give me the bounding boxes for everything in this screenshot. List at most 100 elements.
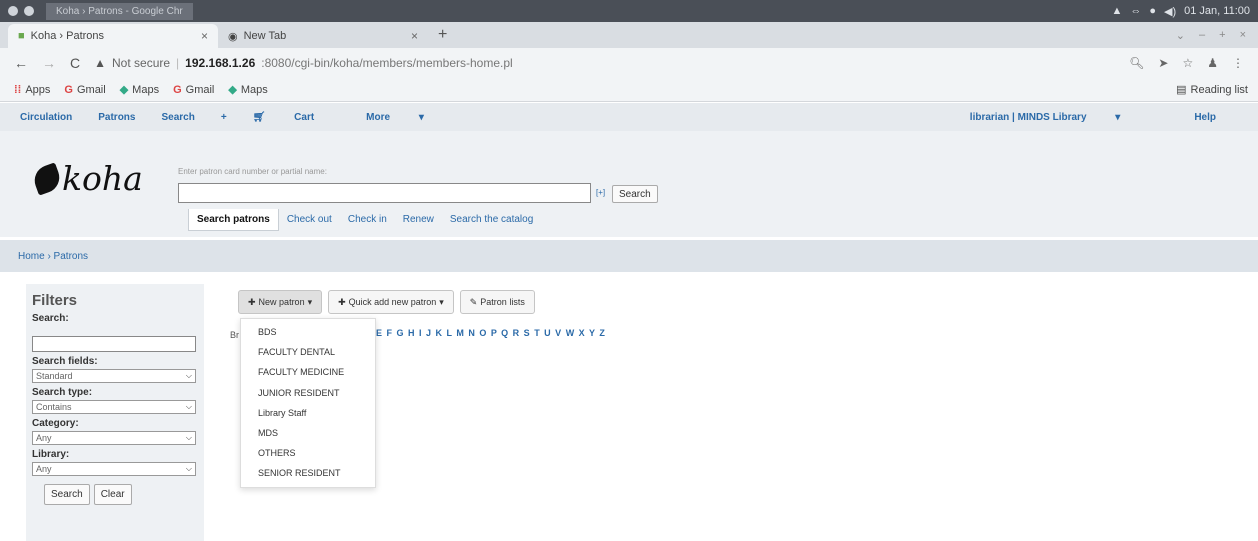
tab-check-in[interactable]: Check in: [340, 209, 395, 231]
filter-clear-button[interactable]: Clear: [93, 484, 132, 505]
koha-leaf-icon: [30, 161, 64, 196]
plus-icon: ✚: [248, 296, 256, 307]
tab-check-out[interactable]: Check out: [279, 209, 340, 231]
menu-item-faculty-medicine[interactable]: FACULTY MEDICINE: [241, 362, 375, 382]
nav-circulation[interactable]: Circulation: [20, 112, 72, 123]
tab-search-patrons[interactable]: Search patrons: [188, 209, 279, 231]
patron-lists-button[interactable]: ✎ Patron lists: [459, 290, 535, 314]
send-icon[interactable]: ➤: [1158, 56, 1168, 70]
button-label: Patron lists: [480, 297, 525, 307]
nav-more[interactable]: More ▾: [366, 112, 450, 123]
menu-item-faculty-dental[interactable]: FACULTY DENTAL: [241, 342, 375, 362]
bookmarks-bar: ⁞⁞ Apps G Gmail ◆ Maps G Gmail ◆ Maps ▤ Readin…: [0, 78, 1258, 102]
bookmark-gmail[interactable]: G Gmail: [64, 84, 105, 96]
tab-renew[interactable]: Renew: [395, 209, 442, 231]
library-select[interactable]: Any ⌵: [32, 462, 196, 476]
bookmark-label: Maps: [132, 83, 160, 96]
search-type-select[interactable]: Contains ⌵: [32, 400, 196, 414]
bookmark-apps[interactable]: ⁞⁞ Apps: [14, 84, 50, 96]
alphabet-filter[interactable]: E F G H I J K L M N O P Q R S T U V W X …: [376, 328, 606, 338]
menu-item-senior-resident[interactable]: SENIOR RESIDENT: [241, 463, 375, 483]
chrome-icon[interactable]: [24, 6, 34, 16]
plus-icon: ✚: [338, 296, 346, 307]
globe-icon: ◉: [228, 30, 238, 43]
close-icon[interactable]: ×: [411, 29, 418, 43]
back-icon[interactable]: ←: [14, 55, 28, 71]
network-icon[interactable]: ⇔: [1130, 5, 1141, 17]
kebab-menu-icon[interactable]: ⋮: [1232, 56, 1244, 70]
search-button[interactable]: Search: [612, 185, 658, 203]
caret-down-icon: ▾: [1115, 111, 1121, 123]
advanced-search-toggle[interactable]: [+]: [596, 188, 605, 197]
quick-add-patron-button[interactable]: ✚ Quick add new patron ▾: [328, 290, 454, 314]
select-value: Any: [36, 464, 52, 474]
close-icon[interactable]: ×: [201, 29, 208, 43]
select-value: Contains: [36, 402, 72, 412]
menu-item-mds[interactable]: MDS: [241, 423, 375, 443]
bookmark-maps[interactable]: ◆ Maps: [120, 83, 160, 97]
address-bar: ← → C ▲ Not secure | 192.168.1.26:8080/c…: [0, 48, 1258, 78]
nav-plus[interactable]: +: [221, 112, 227, 123]
tab-label: Koha › Patrons: [30, 30, 105, 42]
menu-item-bds[interactable]: BDS: [241, 322, 375, 342]
minimize-icon[interactable]: –: [1199, 29, 1205, 42]
tab-search-icon[interactable]: ⌄: [1176, 29, 1185, 42]
category-select[interactable]: Any ⌵: [32, 431, 196, 445]
url-host: 192.168.1.26: [185, 56, 256, 70]
close-window-icon[interactable]: ×: [1240, 29, 1246, 42]
edit-icon: ✎: [469, 296, 478, 307]
star-icon[interactable]: ☆: [1182, 56, 1193, 70]
filters-panel: Filters Search: Search fields: Standard ⌵…: [26, 284, 204, 541]
category-label: Category:: [32, 418, 79, 429]
tab-search-catalog[interactable]: Search the catalog: [442, 209, 541, 231]
tab-new-tab[interactable]: ◉ New Tab ×: [218, 24, 428, 48]
bookmark-maps[interactable]: ◆ Maps: [228, 83, 267, 97]
caret-down-icon: ▾: [307, 296, 313, 307]
new-patron-button[interactable]: ✚ New patron ▾: [238, 290, 323, 314]
bookmark-gmail[interactable]: G Gmail: [173, 84, 214, 96]
window-title[interactable]: Koha › Patrons - Google Chr: [46, 2, 193, 20]
nav-search[interactable]: Search: [161, 112, 194, 123]
search-fields-select[interactable]: Standard ⌵: [32, 369, 196, 383]
help-link[interactable]: Help: [1194, 112, 1216, 123]
search-label: Search:: [32, 313, 69, 324]
tab-koha-patrons[interactable]: ■ Koha › Patrons ×: [8, 24, 218, 48]
url-field[interactable]: ▲ Not secure | 192.168.1.26:8080/cgi-bin…: [94, 56, 513, 70]
menu-item-others[interactable]: OTHERS: [241, 443, 375, 463]
clock[interactable]: 01 Jan, 11:00: [1184, 5, 1250, 17]
caret-down-icon: ▾: [418, 111, 424, 123]
koha-favicon-icon: ■: [18, 30, 25, 42]
window-controls: ⌄ – + ×: [1164, 29, 1258, 48]
new-tab-button[interactable]: +: [428, 26, 457, 48]
nav-patrons[interactable]: Patrons: [98, 112, 135, 123]
chrome-status-icon[interactable]: ●: [1149, 5, 1156, 17]
logo-text: koha: [62, 159, 143, 198]
menu-item-junior-resident[interactable]: JUNIOR RESIDENT: [241, 383, 375, 403]
nav-cart-label: Cart: [294, 111, 315, 123]
filter-search-button[interactable]: Search: [44, 484, 90, 505]
patron-search-input[interactable]: [178, 183, 591, 203]
reload-icon[interactable]: C: [70, 55, 80, 71]
koha-logo[interactable]: koha: [30, 159, 143, 198]
divider: |: [176, 56, 180, 70]
button-label: Quick add new patron: [348, 297, 437, 307]
user-icon[interactable]: ▲: [1111, 5, 1122, 17]
volume-icon[interactable]: ◀): [1164, 5, 1176, 18]
maximize-icon[interactable]: +: [1219, 29, 1225, 42]
breadcrumb[interactable]: Home › Patrons: [0, 240, 1258, 272]
select-value: Standard: [36, 371, 73, 381]
forward-icon[interactable]: →: [42, 55, 56, 71]
filters-title: Filters: [32, 292, 78, 309]
menu-item-library-staff[interactable]: Library Staff: [241, 403, 375, 423]
os-taskbar: Koha › Patrons - Google Chr ▲ ⇔ ● ◀) 01 …: [0, 0, 1258, 22]
caret-down-icon: ▾: [439, 296, 444, 307]
filter-search-input[interactable]: [32, 336, 196, 352]
nav-cart[interactable]: 🛒︎ Cart: [253, 112, 341, 123]
koha-top-nav: Circulation Patrons Search + 🛒︎ Cart Mor…: [0, 103, 1258, 131]
profile-icon[interactable]: ♟: [1207, 56, 1218, 70]
reading-list-button[interactable]: ▤ Reading list: [1176, 83, 1258, 97]
zoom-icon[interactable]: 🔍︎: [1129, 56, 1144, 70]
menu-icon[interactable]: [8, 6, 18, 16]
user-menu[interactable]: librarian | MINDS Library ▾: [970, 112, 1147, 123]
browser-tab-strip: ■ Koha › Patrons × ◉ New Tab × + ⌄ – + ×: [0, 22, 1258, 48]
